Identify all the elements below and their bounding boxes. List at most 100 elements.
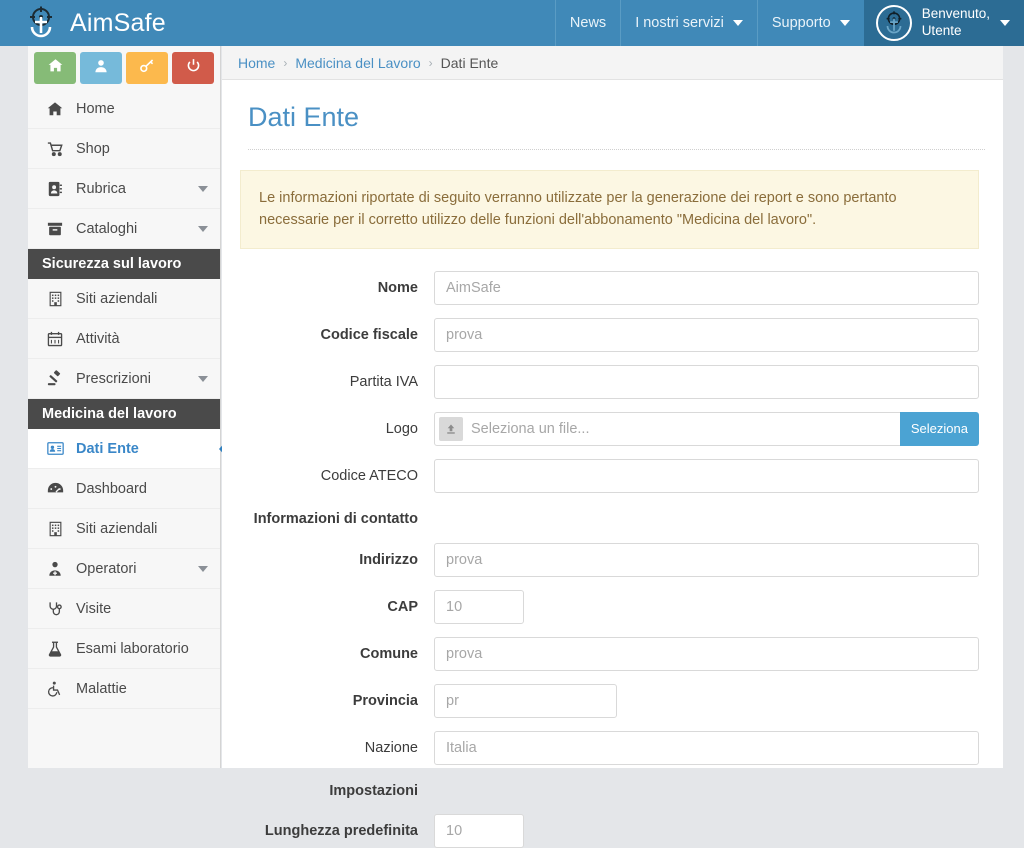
- chevron-down-icon: [732, 20, 743, 26]
- logo-file-placeholder: Seleziona un file...: [471, 420, 590, 437]
- sidebar-item-siti-aziendali-sicurezza[interactable]: Siti aziendali: [28, 279, 220, 319]
- lunghezza-predefinita-input[interactable]: [434, 814, 524, 848]
- sidebar-item-shop[interactable]: Shop: [28, 129, 220, 169]
- field-label-indirizzo: Indirizzo: [359, 551, 418, 568]
- avatar: [875, 5, 912, 41]
- field-label-codice-ateco: Codice ATECO: [320, 467, 418, 484]
- logo-seleziona-button[interactable]: Seleziona: [899, 411, 979, 446]
- title-divider: [248, 149, 985, 150]
- chevron-down-icon: [1000, 20, 1010, 26]
- quick-actions: [28, 46, 220, 89]
- nazione-input[interactable]: [434, 730, 979, 765]
- form-row-cap: CAP: [240, 589, 979, 624]
- home-icon: [44, 101, 66, 117]
- page-title: Dati Ente: [248, 102, 360, 132]
- flask-icon: [44, 641, 66, 657]
- breadcrumb-item-current: Dati Ente: [440, 54, 499, 71]
- user-greeting: Benvenuto,: [921, 6, 990, 22]
- topnav-label: Supporto: [771, 15, 831, 31]
- building-icon: [44, 291, 66, 307]
- breadcrumb-item-medicina[interactable]: Medicina del Lavoro: [295, 55, 420, 71]
- provincia-input[interactable]: [434, 683, 617, 718]
- logo-file-picker[interactable]: Seleziona un file... Seleziona: [434, 411, 979, 446]
- cap-input[interactable]: [434, 589, 524, 624]
- sidebar-item-label: Siti aziendali: [76, 290, 158, 307]
- sidebar-item-esami-laboratorio[interactable]: Esami laboratorio: [28, 629, 220, 669]
- sidebar-item-dashboard[interactable]: Dashboard: [28, 469, 220, 509]
- sidebar-item-cataloghi[interactable]: Cataloghi: [28, 209, 220, 249]
- form-row-logo: Logo Seleziona un file... Seleziona: [240, 411, 979, 446]
- quick-action-password-button[interactable]: [126, 52, 168, 84]
- breadcrumb-item-home[interactable]: Home: [238, 55, 275, 71]
- sidebar-item-operatori[interactable]: Operatori: [28, 549, 220, 589]
- wheelchair-icon: [44, 681, 66, 697]
- sidebar-item-label: Siti aziendali: [76, 520, 158, 537]
- topnav-item-news[interactable]: News: [554, 0, 620, 46]
- field-label-nome: Nome: [377, 279, 418, 296]
- user-label: Benvenuto, Utente: [922, 6, 990, 40]
- form-row-codice-ateco: Codice ATECO: [240, 458, 979, 493]
- sidebar-item-label: Shop: [76, 140, 110, 157]
- brand[interactable]: AimSafe: [0, 0, 555, 46]
- sidebar-item-malattie[interactable]: Malattie: [28, 669, 220, 709]
- sidebar-section-label: Sicurezza sul lavoro: [42, 256, 182, 272]
- dati-ente-form: Nome Codice fiscale Partita IVA Logo: [222, 249, 1003, 848]
- stethoscope-icon: [44, 601, 66, 617]
- top-header: AimSafe News I nostri servizi Supporto B…: [0, 0, 1024, 46]
- codice-ateco-input[interactable]: [434, 458, 979, 493]
- sidebar-item-siti-aziendali-medicina[interactable]: Siti aziendali: [28, 509, 220, 549]
- home-icon: [48, 58, 63, 78]
- chevron-down-icon: [198, 185, 208, 192]
- topnav-item-supporto[interactable]: Supporto: [756, 0, 864, 46]
- field-label-cap: CAP: [387, 598, 418, 615]
- archive-icon: [44, 221, 66, 237]
- codice-fiscale-input[interactable]: [434, 317, 979, 352]
- sidebar-item-label: Dati Ente: [76, 440, 139, 457]
- form-row-lunghezza-predefinita: Lunghezza predefinita: [240, 814, 979, 848]
- form-row-provincia: Provincia: [240, 683, 979, 718]
- logo-file-display[interactable]: Seleziona un file...: [434, 411, 903, 446]
- sidebar-item-prescrizioni[interactable]: Prescrizioni: [28, 359, 220, 399]
- quick-action-profile-button[interactable]: [80, 52, 122, 84]
- indirizzo-input[interactable]: [434, 542, 979, 577]
- field-label-lunghezza-predefinita: Lunghezza predefinita: [264, 823, 418, 840]
- sidebar-item-home[interactable]: Home: [28, 89, 220, 129]
- chevron-down-icon: [198, 565, 208, 572]
- sidebar-section-medicina: Medicina del lavoro: [28, 399, 220, 429]
- field-label-logo: Logo: [385, 420, 418, 437]
- breadcrumb: Home › Medicina del Lavoro › Dati Ente: [222, 46, 1003, 80]
- partita-iva-input[interactable]: [434, 364, 979, 399]
- form-row-codice-fiscale: Codice fiscale: [240, 317, 979, 352]
- sidebar-item-dati-ente[interactable]: Dati Ente: [28, 429, 229, 469]
- nome-input[interactable]: [434, 270, 979, 305]
- quick-action-home-button[interactable]: [34, 52, 76, 84]
- comune-input[interactable]: [434, 636, 979, 671]
- crosshair-anchor-logo-icon: [24, 6, 58, 40]
- sidebar-item-visite[interactable]: Visite: [28, 589, 220, 629]
- section-label-informazioni-contatto: Informazioni di contatto: [253, 510, 418, 527]
- sidebar-item-label: Cataloghi: [76, 220, 138, 237]
- form-section-impostazioni: Impostazioni: [240, 778, 979, 802]
- quick-action-logout-button[interactable]: [172, 52, 214, 84]
- building-icon: [44, 521, 66, 537]
- sidebar-item-label: Esami laboratorio: [76, 640, 189, 657]
- topnav-item-servizi[interactable]: I nostri servizi: [620, 0, 757, 46]
- topnav-label: News: [569, 15, 607, 31]
- sidebar-item-rubrica[interactable]: Rubrica: [28, 169, 220, 209]
- chevron-down-icon: [839, 20, 850, 26]
- id-card-icon: [44, 441, 66, 456]
- field-label-comune: Comune: [360, 645, 418, 662]
- sidebar-item-attivita[interactable]: Attività: [28, 319, 220, 359]
- section-label-impostazioni: Impostazioni: [329, 782, 418, 799]
- topnav-label: I nostri servizi: [635, 15, 724, 31]
- power-icon: [186, 58, 201, 78]
- form-row-nome: Nome: [240, 270, 979, 305]
- sidebar-item-label: Operatori: [76, 560, 137, 577]
- form-row-comune: Comune: [240, 636, 979, 671]
- dashboard-icon: [44, 481, 66, 496]
- sidebar: Home Shop Rubrica Cataloghi Sicurezza su…: [28, 46, 229, 768]
- sidebar-section-sicurezza: Sicurezza sul lavoro: [28, 249, 220, 279]
- user-menu[interactable]: Benvenuto, Utente: [863, 0, 1024, 46]
- info-alert: Le informazioni riportate di seguito ver…: [240, 170, 979, 249]
- brand-name: AimSafe: [70, 8, 166, 37]
